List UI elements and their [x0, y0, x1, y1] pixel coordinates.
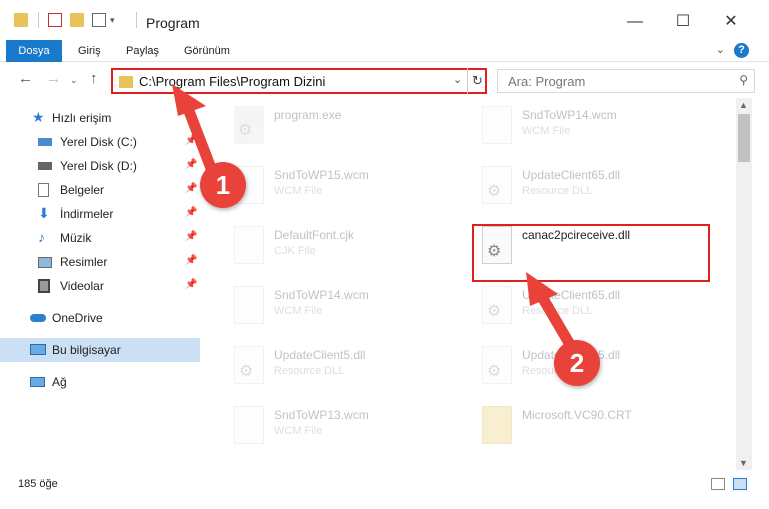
annotation-arrows [172, 84, 578, 354]
step-1-badge: 1 [200, 162, 246, 208]
step-2-badge: 2 [554, 340, 600, 386]
arrow-1-head [172, 84, 206, 116]
